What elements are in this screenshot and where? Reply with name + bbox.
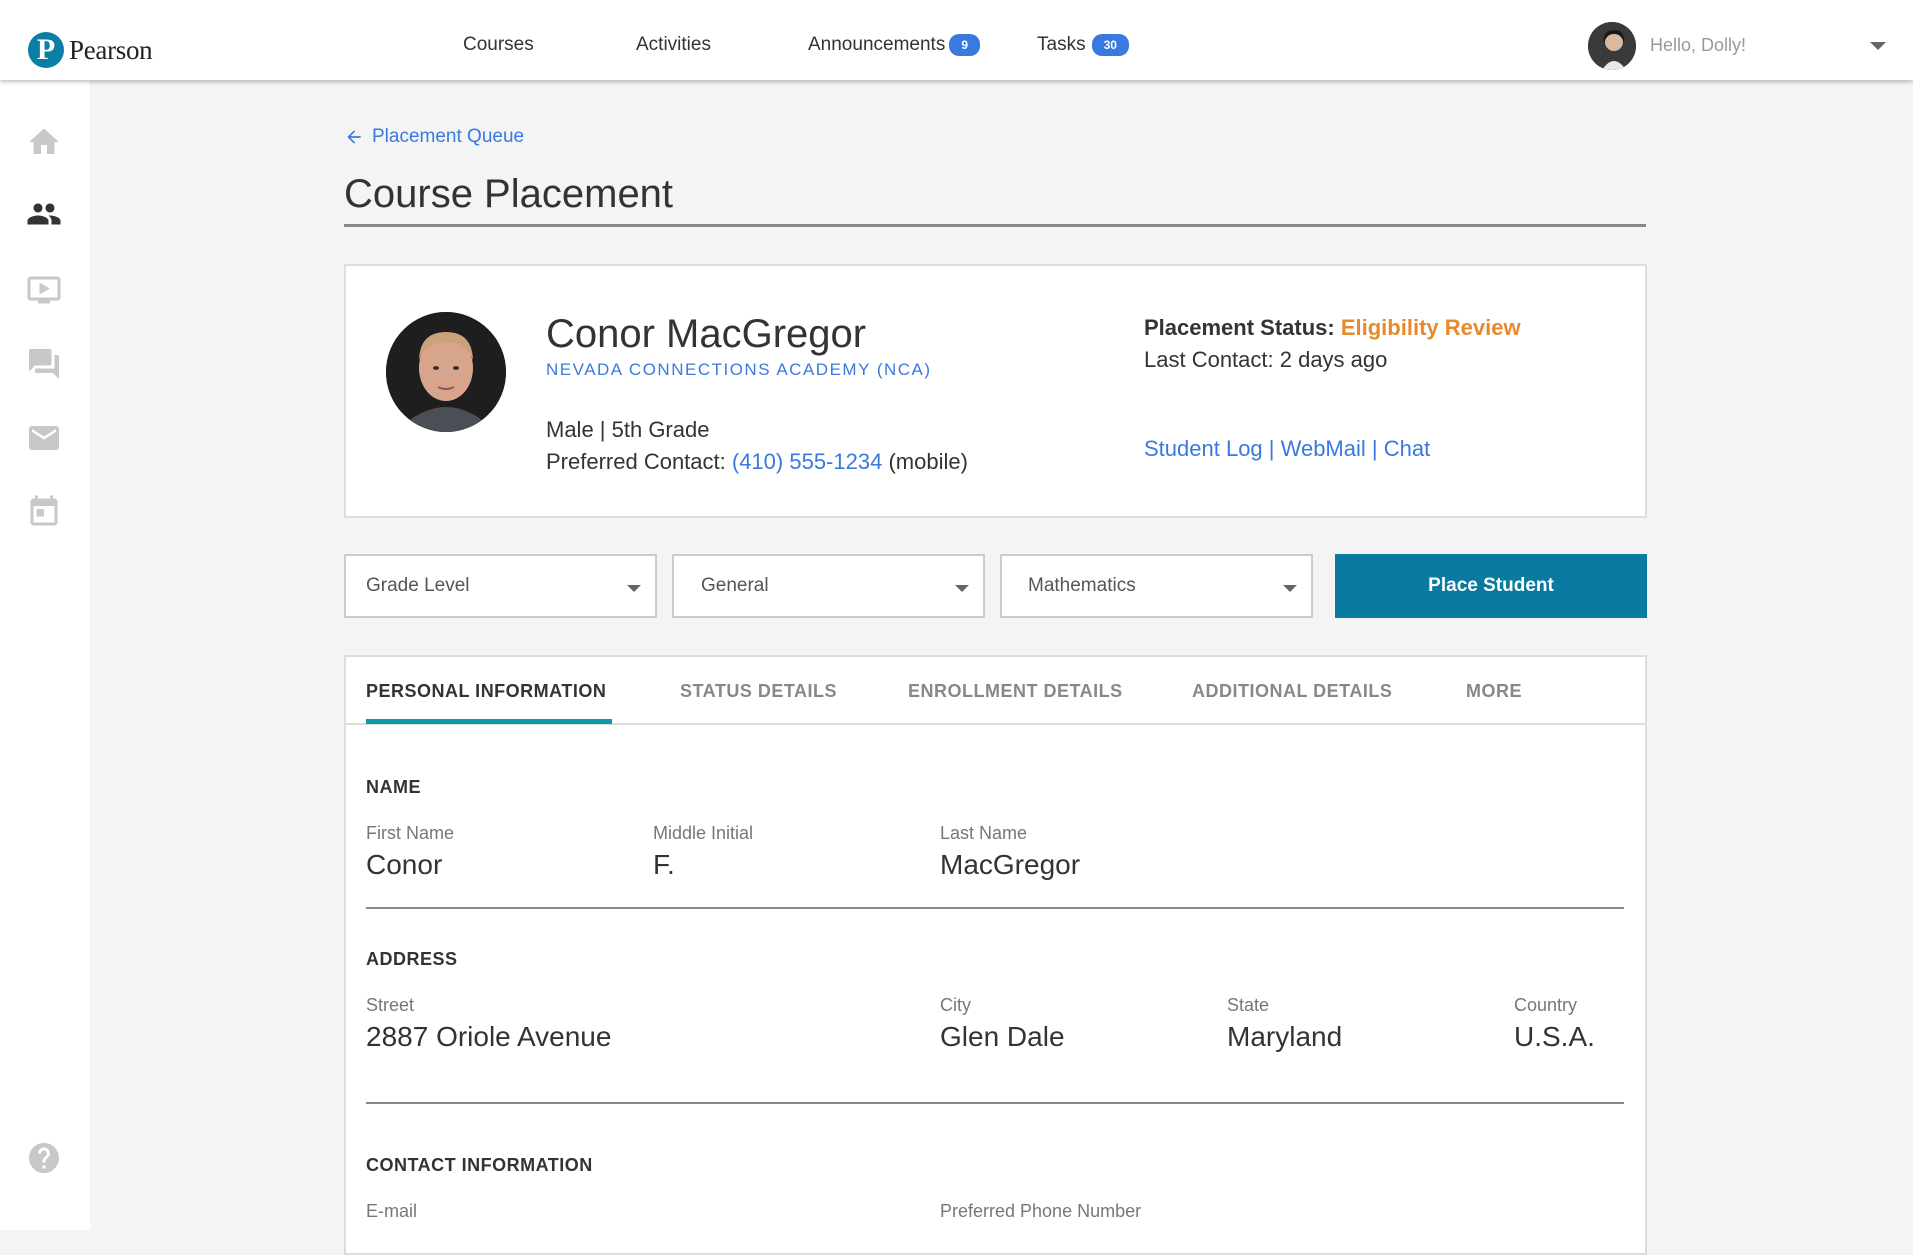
tasks-badge: 30 <box>1091 34 1129 56</box>
city-label: City <box>940 995 971 1015</box>
student-gender-grade: Male | 5th Grade <box>546 417 710 442</box>
preferred-phone-label: Preferred Phone Number <box>940 1201 1142 1221</box>
user-greeting[interactable]: Hello, Dolly! <box>1650 35 1746 56</box>
subject-value: Mathematics <box>1028 575 1136 596</box>
chevron-down-icon[interactable] <box>1870 42 1886 50</box>
video-icon[interactable] <box>26 272 62 308</box>
preferred-contact-label: Preferred Contact: <box>546 449 732 474</box>
last-name-label: Last Name <box>940 823 1028 843</box>
pearson-logo-text: Pearson <box>69 34 153 65</box>
home-icon[interactable] <box>26 124 62 160</box>
address-section-heading: ADDRESS <box>366 949 458 969</box>
student-name: Conor MacGregor <box>546 312 867 356</box>
student-school[interactable]: NEVADA CONNECTIONS ACADEMY (NCA) <box>546 360 932 380</box>
back-link-label: Placement Queue <box>372 126 525 147</box>
page-title: Course Placement <box>344 172 674 216</box>
nav-announcements-label: Announcements <box>808 34 946 55</box>
student-profile-card: Conor MacGregor NEVADA CONNECTIONS ACADE… <box>344 264 1647 518</box>
email-label: E-mail <box>366 1201 418 1221</box>
tab-additional-details[interactable]: ADDITIONAL DETAILS <box>1192 681 1392 702</box>
active-tab-indicator <box>366 719 612 724</box>
pearson-logo-mark: P <box>28 32 64 68</box>
phone-type: (mobile) <box>882 449 968 474</box>
student-avatar <box>386 312 506 432</box>
nav-activities[interactable]: Activities <box>636 34 711 56</box>
arrow-left-icon <box>347 130 361 144</box>
placement-status-label: Placement Status: <box>1144 315 1341 340</box>
last-contact: Last Contact: 2 days ago <box>1144 347 1388 372</box>
middle-initial-value: F. <box>653 849 675 880</box>
track-select[interactable]: General <box>672 554 985 618</box>
chevron-down-icon <box>955 585 969 592</box>
help-icon[interactable] <box>26 1140 62 1176</box>
people-icon[interactable] <box>26 196 62 232</box>
sidebar <box>0 80 90 1230</box>
first-name-label: First Name <box>366 823 455 843</box>
title-divider <box>344 224 1646 227</box>
contact-section-heading: CONTACT INFORMATION <box>366 1155 593 1175</box>
chat-icon[interactable] <box>26 346 62 382</box>
chevron-down-icon <box>627 585 641 592</box>
announcements-badge: 9 <box>949 34 981 56</box>
street-label: Street <box>366 995 415 1015</box>
track-value: General <box>701 575 769 596</box>
placement-status: Placement Status: Eligibility Review Las… <box>1144 312 1521 376</box>
preferred-contact: Preferred Contact: (410) 555-1234 (mobil… <box>546 446 968 478</box>
details-card: PERSONAL INFORMATION STATUS DETAILS ENRO… <box>344 655 1647 1255</box>
pearson-logo[interactable]: P Pearson <box>28 32 153 68</box>
last-name-value: MacGregor <box>940 849 1081 880</box>
middle-initial-label: Middle Initial <box>653 823 754 843</box>
phone-link[interactable]: (410) 555-1234 <box>732 449 882 474</box>
subject-select[interactable]: Mathematics <box>1000 554 1313 618</box>
state-value: Maryland <box>1227 1021 1343 1052</box>
student-meta: Male | 5th Grade Preferred Contact: (410… <box>546 414 968 478</box>
top-bar: P Pearson Courses Activities Announcemen… <box>0 0 1913 80</box>
student-links[interactable]: Student Log | WebMail | Chat <box>1144 436 1430 462</box>
details-tabs: PERSONAL INFORMATION STATUS DETAILS ENRO… <box>346 657 1645 725</box>
city-value: Glen Dale <box>940 1021 1065 1052</box>
section-divider <box>366 1102 1624 1104</box>
mail-icon[interactable] <box>26 420 62 456</box>
place-student-button[interactable]: Place Student <box>1335 554 1647 618</box>
nav-tasks[interactable]: Tasks 30 <box>1037 34 1129 56</box>
state-label: State <box>1227 995 1270 1015</box>
tab-more[interactable]: MORE <box>1466 681 1522 702</box>
country-label: Country <box>1514 995 1578 1015</box>
back-link[interactable]: Placement Queue <box>344 126 524 148</box>
street-value: 2887 Oriole Avenue <box>366 1021 612 1052</box>
chevron-down-icon <box>1283 585 1297 592</box>
section-divider <box>366 907 1624 909</box>
grade-level-value: Grade Level <box>366 575 470 596</box>
nav-courses[interactable]: Courses <box>463 34 534 56</box>
country-value: U.S.A. <box>1514 1021 1595 1052</box>
name-section-heading: NAME <box>366 777 421 797</box>
nav-tasks-label: Tasks <box>1037 34 1086 55</box>
tab-status-details[interactable]: STATUS DETAILS <box>680 681 837 702</box>
grade-level-select[interactable]: Grade Level <box>344 554 657 618</box>
nav-announcements[interactable]: Announcements 9 <box>808 34 981 56</box>
tab-personal-information[interactable]: PERSONAL INFORMATION <box>366 681 606 702</box>
calendar-icon[interactable] <box>26 494 62 530</box>
user-avatar[interactable] <box>1588 22 1636 70</box>
placement-status-value: Eligibility Review <box>1340 315 1521 340</box>
tab-enrollment-details[interactable]: ENROLLMENT DETAILS <box>908 681 1123 702</box>
first-name-value: Conor <box>366 849 443 880</box>
